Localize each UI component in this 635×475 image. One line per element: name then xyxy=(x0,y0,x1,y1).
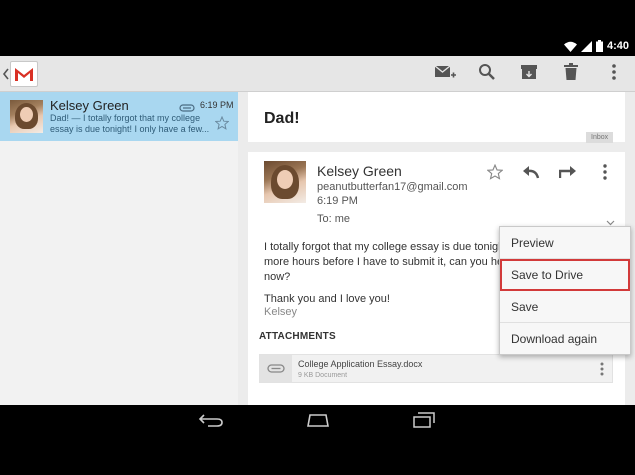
menu-item-save[interactable]: Save xyxy=(500,291,630,323)
conversation-snippet: Dad! — I totally forgot that my college … xyxy=(50,113,210,134)
reply-button[interactable] xyxy=(520,163,542,185)
back-chevron-icon[interactable] xyxy=(2,66,10,82)
body-line: more hours before I have to submit it, c… xyxy=(264,256,504,268)
wifi-icon xyxy=(563,41,577,52)
screen: 4:40 Kelsey Green 6:19 PM Dad! — I total… xyxy=(0,0,635,475)
body-line: now? xyxy=(264,271,291,283)
reply-icon xyxy=(522,165,540,184)
delete-button[interactable] xyxy=(557,60,585,88)
clock: 4:40 xyxy=(606,40,629,52)
attachment-size: 9 KB Document xyxy=(298,372,348,379)
back-icon xyxy=(198,413,224,432)
back-button[interactable] xyxy=(196,411,226,433)
sender-avatar[interactable] xyxy=(264,161,306,203)
trash-icon xyxy=(564,63,578,85)
overflow-menu-button[interactable] xyxy=(600,60,628,88)
compose-icon xyxy=(434,62,456,87)
message-body: I totally forgot that my college essay i… xyxy=(264,240,504,285)
attachments-heading: ATTACHMENTS xyxy=(259,331,336,342)
sender-email: peanutbutterfan17@gmail.com xyxy=(317,181,468,193)
message-closing: Thank you and I love you! xyxy=(264,293,390,305)
label-badge[interactable]: Inbox xyxy=(586,132,614,143)
compose-button[interactable] xyxy=(431,60,459,88)
menu-item-save-to-drive[interactable]: Save to Drive xyxy=(500,259,630,291)
conversation-list: Kelsey Green 6:19 PM Dad! — I totally fo… xyxy=(0,92,238,405)
menu-item-download-again[interactable]: Download again xyxy=(500,323,630,355)
conversation-sender: Kelsey Green xyxy=(50,98,129,113)
body-line: I totally forgot that my college essay i… xyxy=(264,241,504,253)
signal-icon xyxy=(580,40,592,52)
search-button[interactable] xyxy=(473,60,501,88)
pane-divider xyxy=(238,92,248,405)
star-button[interactable] xyxy=(484,163,506,185)
recent-apps-icon xyxy=(412,411,436,433)
home-icon xyxy=(305,413,331,432)
message-overflow-button[interactable] xyxy=(594,163,616,185)
star-icon[interactable] xyxy=(214,115,230,135)
overflow-menu-icon xyxy=(612,63,616,85)
archive-button[interactable] xyxy=(515,60,543,88)
overflow-menu-icon xyxy=(603,163,607,185)
action-bar xyxy=(0,56,635,92)
conversation-row[interactable]: Kelsey Green 6:19 PM Dad! — I totally fo… xyxy=(0,92,238,141)
status-bar: 4:40 xyxy=(0,0,635,56)
recent-apps-button[interactable] xyxy=(409,411,439,433)
battery-icon xyxy=(595,40,603,52)
sender-name: Kelsey Green xyxy=(317,163,402,179)
archive-icon xyxy=(520,64,538,85)
gmail-logo[interactable] xyxy=(10,61,38,87)
home-button[interactable] xyxy=(303,411,333,433)
attachment-menu: Preview Save to Drive Save Download agai… xyxy=(499,226,631,355)
menu-item-preview[interactable]: Preview xyxy=(500,227,630,259)
conversation-time: 6:19 PM xyxy=(200,100,234,110)
star-icon xyxy=(486,163,504,185)
message-signature: Kelsey xyxy=(264,306,298,318)
attachment-item[interactable]: College Application Essay.docx 9 KB Docu… xyxy=(259,354,613,383)
forward-button[interactable] xyxy=(557,163,579,185)
avatar xyxy=(10,100,43,133)
page-title: Dad! xyxy=(264,110,300,127)
attachment-name: College Application Essay.docx xyxy=(298,359,423,369)
message-time: 6:19 PM xyxy=(317,195,358,207)
attachment-overflow-icon[interactable] xyxy=(600,362,604,381)
search-icon xyxy=(478,63,496,86)
forward-icon xyxy=(558,165,577,184)
navigation-bar xyxy=(0,405,635,475)
status-icons: 4:40 xyxy=(563,40,629,52)
attachment-file-icon xyxy=(260,355,292,382)
recipient-line: To: me xyxy=(317,213,351,225)
subject-header: Dad! Inbox xyxy=(248,92,625,143)
